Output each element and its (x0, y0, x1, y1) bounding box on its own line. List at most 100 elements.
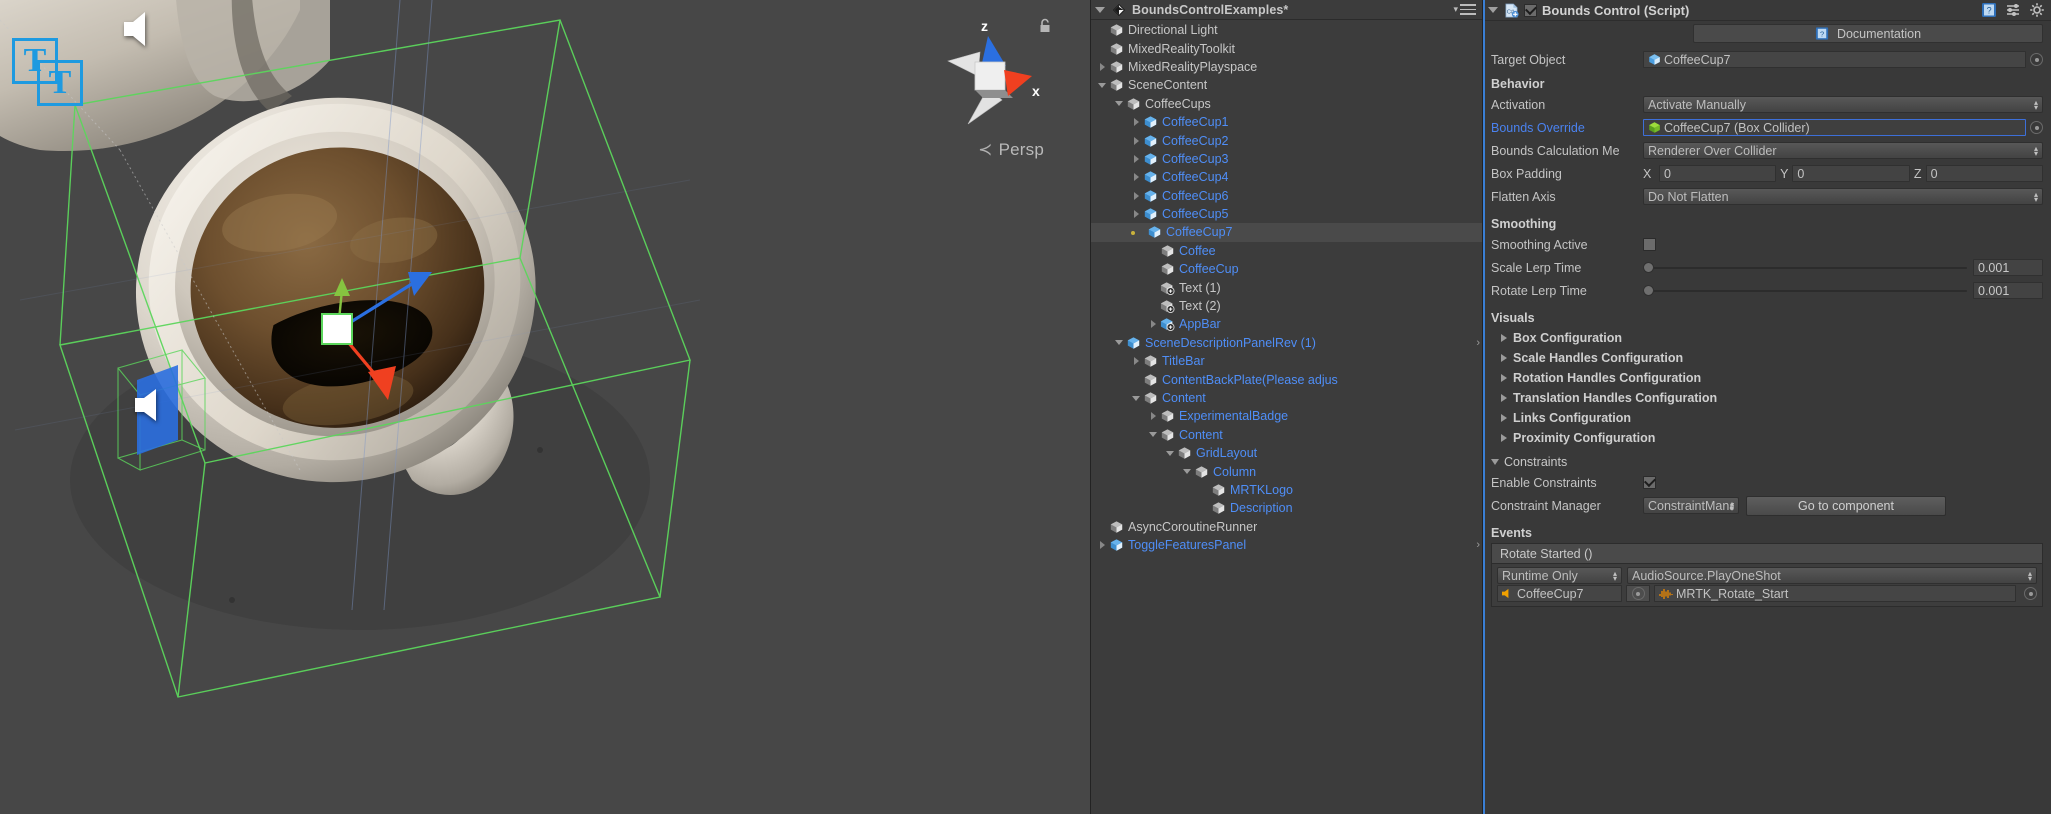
rotate-lerp-time-control[interactable]: 0.001 (1643, 282, 2043, 299)
hierarchy-panel[interactable]: BoundsControlExamples* ▾ Directional Lig… (1090, 0, 1482, 814)
chevron-right-icon[interactable] (1129, 137, 1143, 145)
hierarchy-item-coffeecup3[interactable]: CoffeeCup3 (1091, 150, 1482, 168)
hierarchy-tree[interactable]: Directional Light MixedRealityToolkit Mi… (1091, 20, 1482, 814)
hamburger-icon[interactable] (1460, 4, 1476, 15)
chevron-down-icon[interactable] (1491, 459, 1499, 465)
component-enabled-checkbox[interactable] (1524, 4, 1537, 17)
rotate-lerp-time-input[interactable]: 0.001 (1973, 282, 2043, 299)
box-padding-z-input[interactable]: 0 (1926, 165, 2043, 182)
bounds-override-picker-icon[interactable] (2030, 121, 2043, 134)
event-target-field[interactable]: CoffeeCup7 (1497, 585, 1622, 602)
chevron-down-icon[interactable] (1129, 396, 1143, 401)
hierarchy-item-coffeecup1[interactable]: CoffeeCup1 (1091, 113, 1482, 131)
hierarchy-item-mixedrealitytoolkit[interactable]: MixedRealityToolkit (1091, 39, 1482, 57)
chevron-down-icon[interactable] (1163, 451, 1177, 456)
hierarchy-item-coffeecup4[interactable]: CoffeeCup4 (1091, 168, 1482, 186)
hierarchy-item-coffeecup[interactable]: CoffeeCup (1091, 260, 1482, 278)
chevron-down-icon[interactable] (1180, 469, 1194, 474)
hierarchy-item-coffeecup6[interactable]: CoffeeCup6 (1091, 187, 1482, 205)
go-to-component-button[interactable]: Go to component (1746, 496, 1946, 516)
hierarchy-item-asynccoroutinerunner[interactable]: AsyncCoroutineRunner (1091, 518, 1482, 536)
scale-lerp-time-slider[interactable] (1643, 259, 1967, 276)
hierarchy-item-content[interactable]: Content (1091, 389, 1482, 407)
chevron-right-icon[interactable] (1129, 173, 1143, 181)
hierarchy-item-titlebar[interactable]: TitleBar (1091, 352, 1482, 370)
flatten-axis-dropdown[interactable]: Do Not Flatten ▴▾ (1643, 188, 2043, 205)
hierarchy-item-text-2[interactable]: Text (2) (1091, 297, 1482, 315)
chevron-right-icon[interactable] (1501, 434, 1507, 442)
hierarchy-header[interactable]: BoundsControlExamples* ▾ (1091, 0, 1482, 20)
bounds-override-field[interactable]: CoffeeCup7 (Box Collider) (1643, 119, 2026, 136)
hierarchy-item-content[interactable]: Content (1091, 426, 1482, 444)
chevron-down-icon[interactable] (1146, 432, 1160, 437)
chevron-right-icon[interactable] (1129, 210, 1143, 218)
hierarchy-item-scenecontent[interactable]: SceneContent (1091, 76, 1482, 94)
chevron-right-icon[interactable] (1146, 320, 1160, 328)
chevron-down-icon[interactable] (1112, 101, 1126, 106)
event-function-dropdown[interactable]: AudioSource.PlayOneShot ▴▾ (1627, 567, 2037, 584)
chevron-right-icon[interactable] (1501, 394, 1507, 402)
chevron-right-icon[interactable] (1129, 155, 1143, 163)
scene-orientation-gizmo[interactable]: z x (928, 14, 1048, 144)
chevron-right-icon[interactable] (1501, 354, 1507, 362)
constraints-group-header[interactable]: Constraints (1491, 452, 2043, 472)
hierarchy-item-coffee[interactable]: Coffee (1091, 242, 1482, 260)
event-target-picker-icon[interactable] (1626, 585, 1650, 602)
hierarchy-menu-button[interactable]: ▾ (1453, 4, 1476, 15)
projection-mode-label[interactable]: ≺Persp (978, 140, 1044, 160)
slider-knob[interactable] (1643, 285, 1654, 296)
hierarchy-item-coffeecup2[interactable]: CoffeeCup2 (1091, 131, 1482, 149)
hierarchy-item-contentbackplate-please-adjus[interactable]: ContentBackPlate(Please adjus (1091, 370, 1482, 388)
chevron-right-icon[interactable] (1146, 412, 1160, 420)
hierarchy-item-text-1[interactable]: Text (1) (1091, 278, 1482, 296)
visuals-foldout-translation-handles-configuration[interactable]: Translation Handles Configuration (1491, 388, 2043, 408)
component-foldout-icon[interactable] (1488, 7, 1498, 13)
slider-knob[interactable] (1643, 262, 1654, 273)
smoothing-active-checkbox[interactable] (1643, 238, 1656, 251)
target-object-field[interactable]: CoffeeCup7 (1643, 51, 2026, 68)
visuals-foldout-rotation-handles-configuration[interactable]: Rotation Handles Configuration (1491, 368, 2043, 388)
hierarchy-item-togglefeaturespanel[interactable]: ToggleFeaturesPanel› (1091, 536, 1482, 554)
gear-icon[interactable] (2029, 2, 2045, 18)
hierarchy-item-mrtklogo[interactable]: MRTKLogo (1091, 481, 1482, 499)
documentation-button[interactable]: ? Documentation (1693, 24, 2043, 43)
chevron-right-icon[interactable] (1129, 118, 1143, 126)
box-padding-y-input[interactable]: 0 (1792, 165, 1909, 182)
chevron-down-icon[interactable] (1112, 340, 1126, 345)
inspector-panel[interactable]: C# Bounds Control (Script) ? (1482, 0, 2051, 814)
chevron-right-icon[interactable] (1129, 192, 1143, 200)
hierarchy-item-appbar[interactable]: AppBar (1091, 315, 1482, 333)
hierarchy-item-directional-light[interactable]: Directional Light (1091, 21, 1482, 39)
visuals-foldout-links-configuration[interactable]: Links Configuration (1491, 408, 2043, 428)
hierarchy-item-gridlayout[interactable]: GridLayout (1091, 444, 1482, 462)
chevron-right-icon[interactable] (1095, 541, 1109, 549)
activation-dropdown[interactable]: Activate Manually ▴▾ (1643, 96, 2043, 113)
help-icon[interactable]: ? (1981, 2, 1997, 18)
visuals-foldout-scale-handles-configuration[interactable]: Scale Handles Configuration (1491, 348, 2043, 368)
preset-icon[interactable] (2005, 2, 2021, 18)
rotate-lerp-time-slider[interactable] (1643, 282, 1967, 299)
event-call-mode-dropdown[interactable]: Runtime Only ▴▾ (1497, 567, 1622, 584)
event-argument-picker-icon[interactable] (2024, 587, 2037, 600)
hierarchy-item-scenedescriptionpanelrev-1[interactable]: SceneDescriptionPanelRev (1)› (1091, 334, 1482, 352)
scene-viewport[interactable]: T T z x ≺Persp (0, 0, 1090, 814)
hierarchy-item-coffeecup7[interactable]: CoffeeCup7 (1091, 223, 1482, 241)
visuals-foldout-proximity-configuration[interactable]: Proximity Configuration (1491, 428, 2043, 448)
gizmo-lock-icon[interactable] (1038, 18, 1052, 34)
event-argument-field[interactable]: MRTK_Rotate_Start (1654, 585, 2016, 602)
bounds-override-label[interactable]: Bounds Override (1491, 121, 1643, 135)
chevron-right-icon[interactable] (1501, 374, 1507, 382)
chevron-right-icon[interactable] (1129, 357, 1143, 365)
enable-constraints-checkbox[interactable] (1643, 476, 1656, 489)
box-padding-x-input[interactable]: 0 (1659, 165, 1776, 182)
target-object-picker-icon[interactable] (2030, 53, 2043, 66)
hierarchy-item-mixedrealityplayspace[interactable]: MixedRealityPlayspace (1091, 58, 1482, 76)
hierarchy-item-column[interactable]: Column (1091, 462, 1482, 480)
chevron-down-icon[interactable] (1095, 83, 1109, 88)
constraint-manager-dropdown[interactable]: ConstraintMana ▴▾ (1643, 497, 1739, 514)
scene-foldout-icon[interactable] (1095, 7, 1105, 13)
hierarchy-item-coffeecup5[interactable]: CoffeeCup5 (1091, 205, 1482, 223)
chevron-right-icon[interactable] (1501, 334, 1507, 342)
visuals-foldout-box-configuration[interactable]: Box Configuration (1491, 328, 2043, 348)
scale-lerp-time-input[interactable]: 0.001 (1973, 259, 2043, 276)
